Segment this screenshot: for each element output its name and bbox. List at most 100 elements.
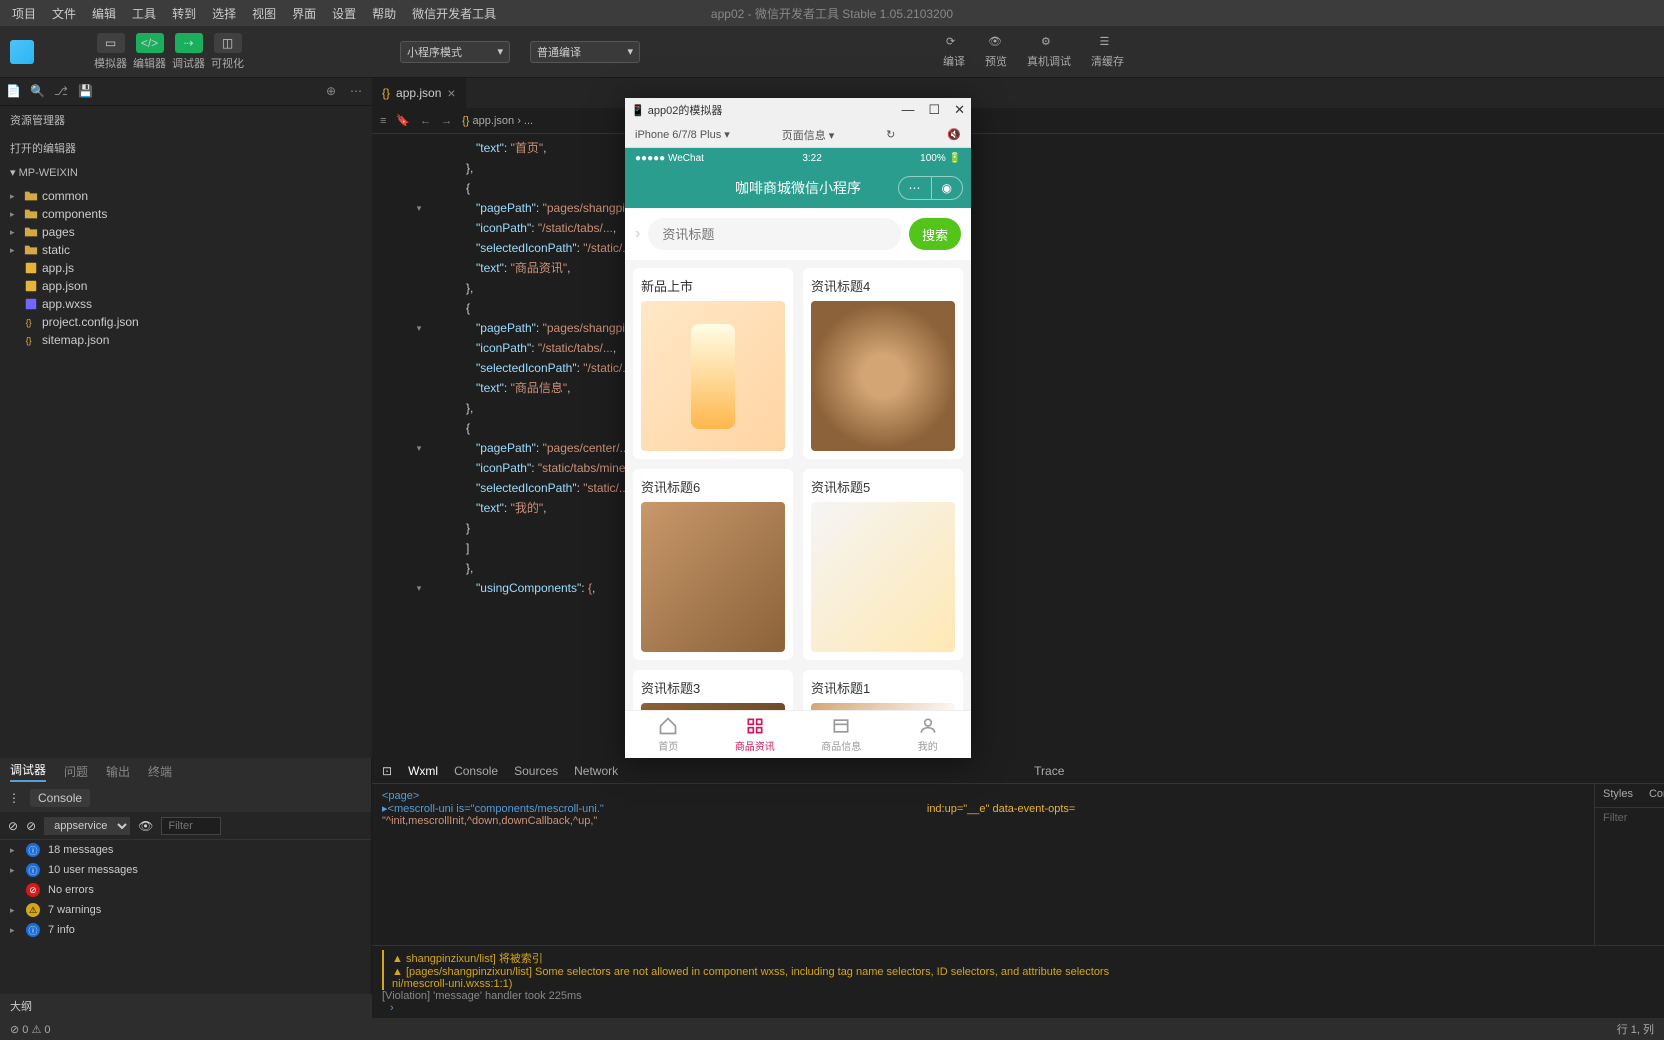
menu-view[interactable]: 视图 (244, 1, 284, 26)
code-editor[interactable]: ▾▾▾▾ "text": "首页", }, { "pagePath": "pag… (372, 134, 1664, 758)
context-select[interactable]: appservice (44, 817, 130, 835)
visual-toggle[interactable]: ◫可视化 (211, 33, 244, 71)
workspace-root[interactable]: ▾ MP-WEIXIN (0, 162, 372, 183)
styles-filter[interactable]: Filter (1595, 808, 1664, 828)
page-info[interactable]: 页面信息 ▾ (782, 127, 835, 143)
folder-pages[interactable]: ▸pages (0, 223, 372, 241)
tab-mine[interactable]: 我的 (885, 711, 972, 758)
card-image (811, 301, 955, 451)
close-tab-icon[interactable]: × (447, 85, 455, 101)
bookmark-icon[interactable]: 🔖 (396, 114, 410, 127)
nav-fwd-icon[interactable]: → (441, 115, 452, 127)
msg-row[interactable]: ⊘No errors (0, 880, 371, 900)
file-app-json[interactable]: app.json (0, 277, 372, 295)
outline-section[interactable]: 大纲 (0, 994, 372, 1018)
preview-button[interactable]: 👁预览 (985, 35, 1007, 69)
tab-network[interactable]: Network (574, 764, 618, 778)
editor-tabs: {} app.json × (372, 78, 1664, 108)
menu-devtools[interactable]: 微信开发者工具 (404, 1, 504, 26)
minimize-icon[interactable]: — (901, 102, 914, 118)
tab-problems[interactable]: 问题 (64, 763, 88, 780)
msg-row[interactable]: ▸ⓘ10 user messages (0, 860, 371, 880)
folder-static[interactable]: ▸static (0, 241, 372, 259)
new-file-icon[interactable]: ⊕ (326, 84, 342, 100)
compile-button[interactable]: ⟳编译 (943, 35, 965, 69)
open-editors-header[interactable]: 打开的编辑器 (0, 134, 372, 162)
card-grid[interactable]: 新品上市 资讯标题4 资讯标题6 资讯标题5 资讯标题3 资讯标题1 (625, 260, 971, 710)
card[interactable]: 资讯标题1 (803, 670, 963, 710)
device-select[interactable]: iPhone 6/7/8 Plus ▾ (635, 128, 730, 141)
tab-terminal[interactable]: 终端 (148, 763, 172, 780)
top-icon[interactable]: ⊘ (26, 819, 36, 833)
menu-project[interactable]: 项目 (4, 1, 44, 26)
card[interactable]: 资讯标题6 (633, 469, 793, 660)
branch-icon[interactable]: ⎇ (54, 84, 70, 100)
breadcrumb[interactable]: {} app.json › ... (462, 115, 533, 127)
toolbar: ▭模拟器 </>编辑器 ⇢调试器 ◫可视化 小程序模式▾ 普通编译▾ ⟳编译 👁… (0, 26, 1664, 78)
explorer-header: 资源管理器 (0, 106, 372, 134)
clear-cache-button[interactable]: ☰清缓存 (1091, 35, 1124, 69)
app-logo (10, 40, 34, 64)
search-icon[interactable]: 🔍 (30, 84, 46, 100)
nav-back-icon[interactable]: ← (420, 115, 431, 127)
tab-sources[interactable]: Sources (514, 764, 558, 778)
more-icon[interactable]: ⋯ (350, 84, 366, 100)
menu-tools[interactable]: 工具 (124, 1, 164, 26)
save-icon[interactable]: 💾 (78, 84, 94, 100)
tab-computed[interactable]: Comp (1641, 784, 1664, 807)
menu-icon[interactable]: ⋯ (899, 177, 932, 199)
tab-news[interactable]: 商品资讯 (712, 711, 799, 758)
card[interactable]: 新品上市 (633, 268, 793, 459)
simulator-toggle[interactable]: ▭模拟器 (94, 33, 127, 71)
folder-components[interactable]: ▸components (0, 205, 372, 223)
tab-wxml[interactable]: Wxml (408, 764, 438, 778)
svg-text:{}: {} (26, 336, 32, 346)
close-icon[interactable]: ✕ (954, 102, 965, 118)
toggle-sidebar-icon[interactable]: ≡ (380, 115, 386, 127)
card[interactable]: 资讯标题3 (633, 670, 793, 710)
rotate-icon[interactable]: ↻ (886, 128, 895, 141)
tab-debugger[interactable]: 调试器 (10, 761, 46, 782)
debugger-toggle[interactable]: ⇢调试器 (172, 33, 205, 71)
search-button[interactable]: 搜索 (909, 218, 961, 250)
console-filter-input[interactable] (161, 817, 221, 835)
tab-console[interactable]: Console (454, 764, 498, 778)
menu-edit[interactable]: 编辑 (84, 1, 124, 26)
mode-select[interactable]: 小程序模式▾ (400, 41, 510, 63)
tab-app-json[interactable]: {} app.json × (372, 78, 466, 108)
clear-console-icon[interactable]: ⊘ (8, 819, 18, 833)
menu-goto[interactable]: 转到 (164, 1, 204, 26)
files-icon[interactable]: 📄 (6, 84, 22, 100)
file-sitemap[interactable]: {}sitemap.json (0, 331, 372, 349)
wxml-tree[interactable]: <page> ▸<mescroll-uni is="components/mes… (372, 784, 1594, 945)
menu-settings[interactable]: 设置 (324, 1, 364, 26)
card[interactable]: 资讯标题4 (803, 268, 963, 459)
status-cursor: 行 1, 列 (1617, 1021, 1654, 1037)
folder-common[interactable]: ▸common (0, 187, 372, 205)
tab-products[interactable]: 商品信息 (798, 711, 885, 758)
file-app-wxss[interactable]: app.wxss (0, 295, 372, 313)
tab-styles[interactable]: Styles (1595, 784, 1641, 807)
mute-icon[interactable]: 🔇 (947, 128, 961, 141)
menu-select[interactable]: 选择 (204, 1, 244, 26)
tab-output[interactable]: 输出 (106, 763, 130, 780)
msg-row[interactable]: ▸ⓘ18 messages (0, 840, 371, 860)
search-input[interactable] (648, 218, 901, 250)
card[interactable]: 资讯标题5 (803, 469, 963, 660)
maximize-icon[interactable]: ☐ (928, 102, 940, 118)
editor-toggle[interactable]: </>编辑器 (133, 33, 166, 71)
target-icon[interactable]: ◉ (932, 177, 962, 199)
remote-debug-button[interactable]: ⚙真机调试 (1027, 35, 1071, 69)
compile-select[interactable]: 普通编译▾ (530, 41, 640, 63)
menu-help[interactable]: 帮助 (364, 1, 404, 26)
tab-trace[interactable]: Trace (1034, 764, 1064, 778)
msg-row[interactable]: ▸ⓘ7 info (0, 920, 371, 940)
file-app-js[interactable]: app.js (0, 259, 372, 277)
menu-ui[interactable]: 界面 (284, 1, 324, 26)
menu-file[interactable]: 文件 (44, 1, 84, 26)
status-errors[interactable]: ⊘ 0 ⚠ 0 (10, 1023, 50, 1036)
file-project-config[interactable]: {}project.config.json (0, 313, 372, 331)
msg-row[interactable]: ▸⚠7 warnings (0, 900, 371, 920)
inspect-icon[interactable]: ⊡ (382, 764, 392, 778)
tab-home[interactable]: 首页 (625, 711, 712, 758)
